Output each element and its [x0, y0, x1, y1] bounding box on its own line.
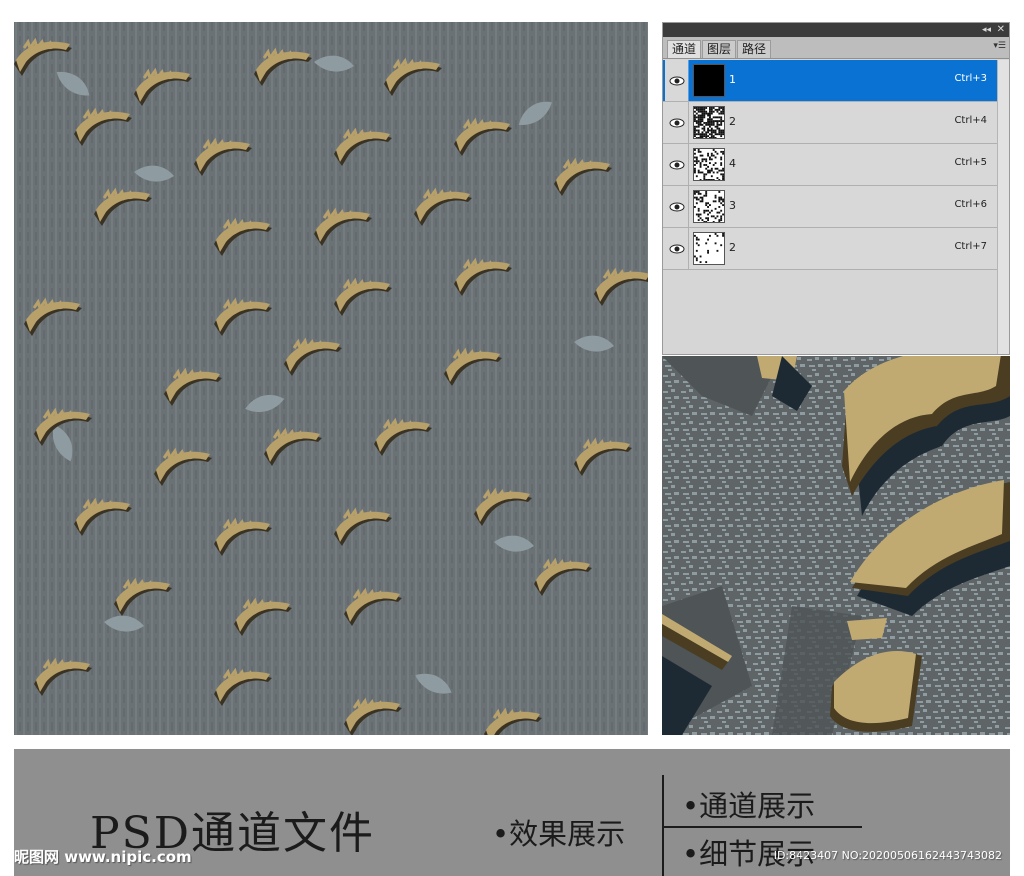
channel-shortcut: Ctrl+4	[954, 115, 987, 126]
channel-name: 2	[729, 115, 736, 128]
main-pattern-preview	[14, 22, 648, 735]
channel-row[interactable]: 1 Ctrl+3	[663, 60, 997, 102]
panel-scrollbar[interactable]	[997, 60, 1009, 354]
channel-name: 4	[729, 157, 736, 170]
channel-shortcut: Ctrl+6	[954, 199, 987, 210]
eye-icon[interactable]	[665, 144, 689, 185]
channels-panel: ◂◂ ✕ 通道 图层 路径 ▾☰ 1 Ctrl+3 2 Ctrl+4 4 Ctr…	[662, 22, 1010, 355]
panel-menu-icon[interactable]: ▾☰	[993, 41, 1006, 51]
caption-effect-label: •效果展示	[492, 817, 626, 851]
detail-pattern-preview	[662, 356, 1010, 735]
caption-divider-horizontal	[662, 826, 862, 828]
channel-thumbnail	[693, 64, 725, 97]
watermark-site: 昵图网 www.nipic.com	[14, 848, 192, 866]
channel-shortcut: Ctrl+3	[954, 73, 987, 84]
channel-thumbnail	[693, 106, 725, 139]
channel-row[interactable]: 4 Ctrl+5	[663, 144, 997, 186]
channel-thumbnail	[693, 232, 725, 265]
channel-shortcut: Ctrl+5	[954, 157, 987, 168]
watermark-id: ID:8423407 NO:20200506162443743082	[773, 849, 1002, 862]
caption-channel-label: •通道展示	[682, 789, 816, 823]
channel-row[interactable]: 3 Ctrl+6	[663, 186, 997, 228]
channel-shortcut: Ctrl+7	[954, 241, 987, 252]
eye-icon[interactable]	[665, 102, 689, 143]
panel-tab-bar: 通道 图层 路径 ▾☰	[663, 37, 1009, 59]
eye-icon[interactable]	[665, 60, 689, 101]
channel-name: 3	[729, 199, 736, 212]
panel-titlebar: ◂◂ ✕	[663, 23, 1009, 37]
channel-list: 1 Ctrl+3 2 Ctrl+4 4 Ctrl+5 3 Ctrl+6 2 Ct…	[663, 60, 997, 270]
eye-icon[interactable]	[665, 186, 689, 227]
feather-pattern-image	[14, 22, 648, 735]
double-chevron-left-icon[interactable]: ◂◂	[982, 24, 991, 36]
channel-thumbnail	[693, 190, 725, 223]
channel-name: 1	[729, 73, 736, 86]
tab-paths[interactable]: 路径	[737, 40, 772, 58]
channel-thumbnail	[693, 148, 725, 181]
close-icon[interactable]: ✕	[997, 23, 1005, 36]
channel-name: 2	[729, 241, 736, 254]
tab-layers[interactable]: 图层	[702, 40, 737, 58]
channel-row[interactable]: 2 Ctrl+4	[663, 102, 997, 144]
detail-zoom-image	[662, 356, 1010, 735]
tab-channels[interactable]: 通道	[667, 40, 702, 58]
channel-row[interactable]: 2 Ctrl+7	[663, 228, 997, 270]
eye-icon[interactable]	[665, 228, 689, 269]
